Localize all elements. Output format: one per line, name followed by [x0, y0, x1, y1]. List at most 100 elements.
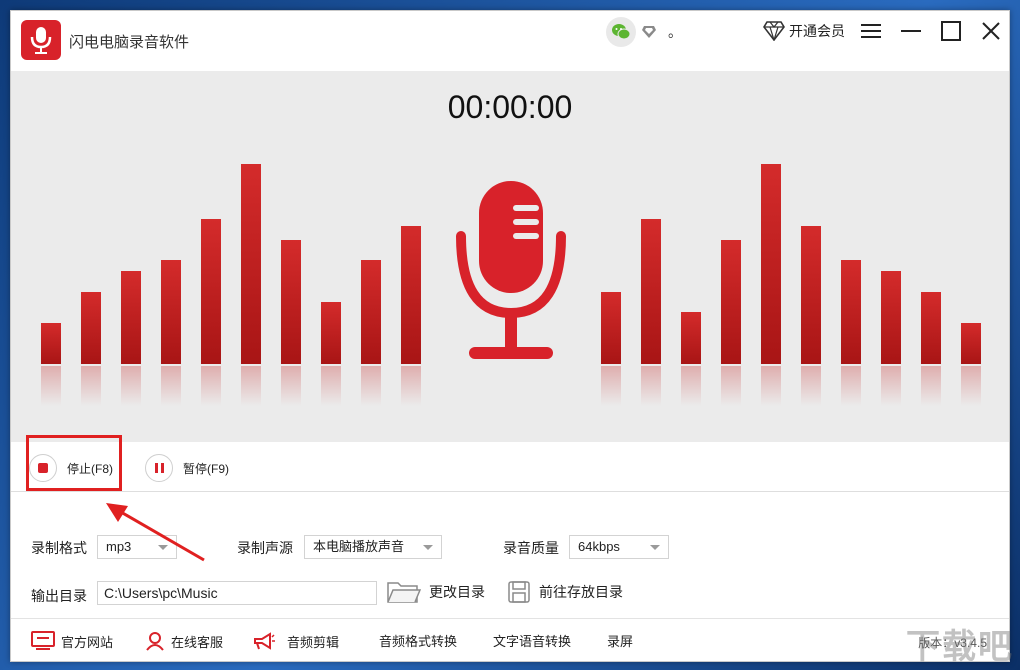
footer-label: 音频剪辑: [287, 634, 340, 650]
open-dir-label: 前往存放目录: [539, 584, 623, 600]
app-title: 闪电电脑录音软件: [69, 34, 190, 51]
level-bar-reflection: [121, 366, 141, 406]
level-bar: [641, 219, 661, 364]
title-bar: 闪电电脑录音软件 。 开通会员: [11, 11, 1009, 71]
quality-label: 录音质量: [503, 540, 559, 556]
output-label: 输出目录: [31, 588, 87, 604]
level-bar: [121, 271, 141, 364]
wechat-icon[interactable]: [606, 17, 636, 47]
level-bar-reflection: [321, 366, 341, 406]
level-bar-reflection: [681, 366, 701, 406]
level-bar-reflection: [641, 366, 661, 406]
close-icon: [982, 22, 1000, 40]
level-bar-reflection: [601, 366, 621, 406]
footer-label: 文字语音转换: [493, 634, 572, 649]
level-bar-reflection: [241, 366, 261, 406]
footer-bar: 官方网站 在线客服 音频剪辑 音频格式转换 文字语音转换 录屏 版本：v3.4.…: [11, 618, 1009, 661]
recording-controls: 停止(F8) 暂停(F9): [11, 442, 1009, 492]
level-bar-reflection: [361, 366, 381, 406]
minimize-icon: [901, 30, 921, 32]
level-bar-reflection: [761, 366, 781, 406]
megaphone-icon: [254, 632, 275, 650]
level-bar: [601, 292, 621, 364]
folder-icon: [387, 582, 421, 603]
footer-label: 官方网站: [61, 634, 114, 650]
footer-text-to-speech[interactable]: 文字语音转换: [487, 631, 571, 650]
level-bar-reflection: [41, 366, 61, 406]
level-bar: [801, 226, 821, 364]
source-select[interactable]: 本电脑播放声音: [304, 535, 442, 559]
level-bar: [321, 302, 341, 364]
level-bar: [241, 164, 261, 364]
minimize-button[interactable]: [896, 19, 926, 43]
maximize-icon: [941, 21, 961, 41]
quality-select[interactable]: 64kbps: [569, 535, 669, 559]
footer-label: 录屏: [607, 634, 634, 649]
level-bar-reflection: [961, 366, 981, 406]
level-bar: [201, 219, 221, 364]
level-bar: [761, 164, 781, 364]
level-bar: [281, 240, 301, 364]
footer-format-convert[interactable]: 音频格式转换: [373, 631, 457, 650]
vip-button[interactable]: 开通会员: [763, 21, 845, 41]
microphone-icon: [451, 181, 571, 371]
monitor-icon: [31, 631, 55, 650]
watermark: 下载吧: [906, 628, 1014, 666]
level-bar-reflection: [921, 366, 941, 406]
level-bar-reflection: [201, 366, 221, 406]
footer-label: 音频格式转换: [379, 634, 458, 649]
open-dir-button[interactable]: 前往存放目录: [507, 580, 623, 604]
footer-online-support[interactable]: 在线客服: [145, 631, 223, 651]
hamburger-icon: [861, 24, 881, 38]
annotation-highlight-box: [26, 435, 122, 491]
vip-gem-icon: [642, 26, 656, 38]
diamond-icon: [763, 21, 785, 41]
pause-button[interactable]: 暂停(F9): [145, 454, 229, 482]
quality-value: 64kbps: [578, 539, 620, 554]
source-label: 录制声源: [237, 540, 293, 556]
level-bar-reflection: [81, 366, 101, 406]
level-bar: [161, 260, 181, 364]
level-bar-reflection: [881, 366, 901, 406]
level-bar: [41, 323, 61, 364]
output-path-input[interactable]: C:\Users\pc\Music: [97, 581, 377, 605]
level-bar: [81, 292, 101, 364]
footer-official-site[interactable]: 官方网站: [31, 631, 113, 651]
level-bar: [361, 260, 381, 364]
level-bar: [721, 240, 741, 364]
level-bar-reflection: [401, 366, 421, 406]
maximize-button[interactable]: [936, 19, 966, 43]
change-dir-label: 更改目录: [429, 584, 485, 600]
level-bar-reflection: [841, 366, 861, 406]
pause-icon: [145, 454, 173, 482]
level-bar: [921, 292, 941, 364]
save-disk-icon: [508, 581, 530, 603]
footer-screen-record[interactable]: 录屏: [601, 631, 633, 650]
recording-visualizer: 00:00:00: [11, 71, 1009, 442]
footer-label: 在线客服: [171, 634, 224, 650]
source-value: 本电脑播放声音: [313, 539, 405, 554]
user-name: 。: [668, 24, 682, 40]
change-dir-button[interactable]: 更改目录: [387, 580, 485, 604]
level-bar-reflection: [281, 366, 301, 406]
annotation-arrow-icon: [106, 503, 205, 562]
vip-label: 开通会员: [789, 23, 845, 39]
account-area[interactable]: 。: [606, 17, 682, 47]
menu-button[interactable]: [856, 19, 886, 43]
chevron-down-icon: [423, 545, 433, 550]
user-icon: [146, 632, 164, 651]
close-button[interactable]: [976, 19, 1006, 43]
level-bar: [841, 260, 861, 364]
level-bar-reflection: [721, 366, 741, 406]
level-bar: [881, 271, 901, 364]
level-bar-reflection: [161, 366, 181, 406]
chevron-down-icon: [650, 545, 660, 550]
level-bar-reflection: [801, 366, 821, 406]
level-bar: [961, 323, 981, 364]
pause-label: 暂停(F9): [183, 461, 229, 476]
level-bar: [401, 226, 421, 364]
level-bar: [681, 312, 701, 364]
format-label: 录制格式: [31, 540, 87, 556]
app-logo-icon: [21, 20, 61, 60]
footer-audio-cut[interactable]: 音频剪辑: [253, 631, 339, 651]
